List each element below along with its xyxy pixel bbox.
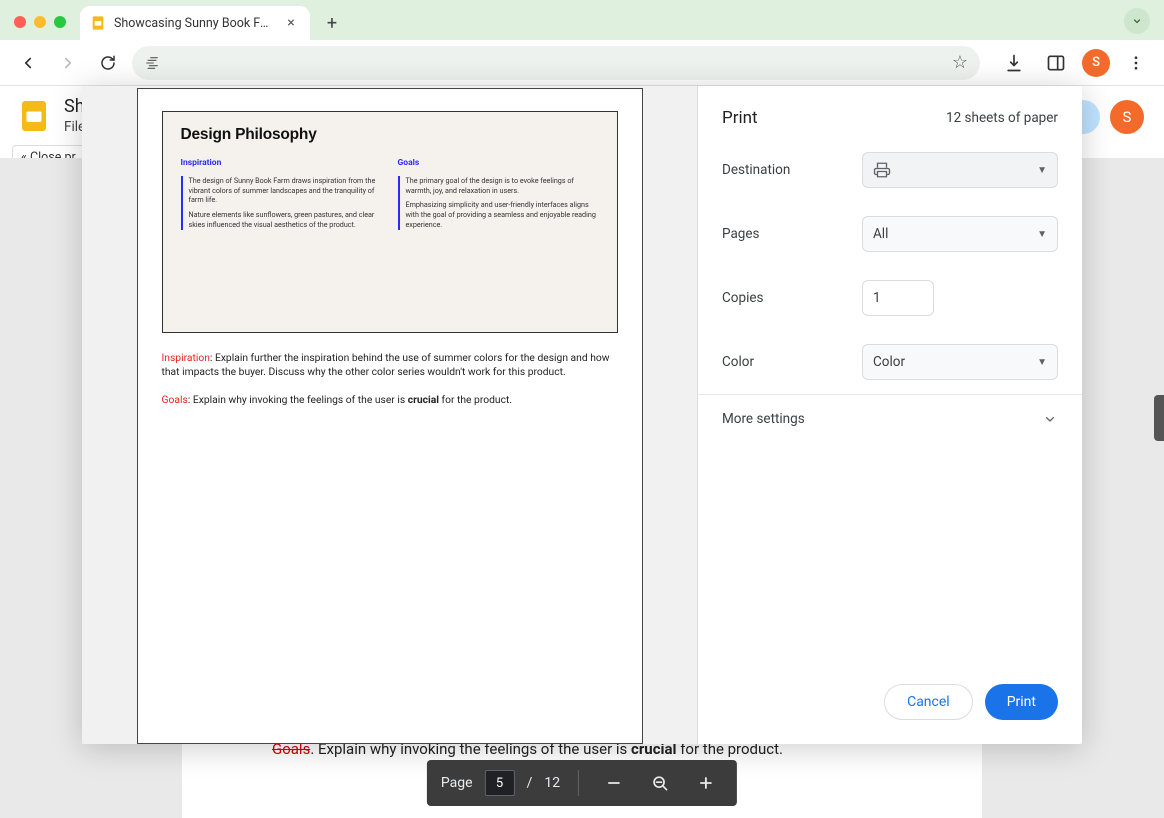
avatar-letter: S xyxy=(1092,55,1100,70)
label-color: Color xyxy=(722,354,862,370)
tab-title: Showcasing Sunny Book Farm xyxy=(114,16,274,31)
browser-toolbar: ☆ S xyxy=(0,40,1164,86)
label-pages: Pages xyxy=(722,226,862,242)
slide-text: Emphasizing simplicity and user-friendly… xyxy=(406,200,599,229)
side-panel-icon[interactable] xyxy=(1040,47,1072,79)
back-button[interactable] xyxy=(12,47,44,79)
print-title: Print xyxy=(722,108,758,128)
user-avatar[interactable]: S xyxy=(1110,100,1144,134)
button-label: Print xyxy=(1007,694,1036,710)
downloads-icon[interactable] xyxy=(998,47,1030,79)
address-bar[interactable]: ☆ xyxy=(132,46,980,80)
destination-select[interactable]: ▼ xyxy=(862,152,1058,188)
column-header: Goals xyxy=(398,158,599,168)
chevron-down-icon: ▼ xyxy=(1037,165,1047,176)
color-value: Color xyxy=(873,354,905,370)
cancel-button[interactable]: Cancel xyxy=(884,684,973,720)
side-panel-handle[interactable] xyxy=(1154,395,1164,441)
page-navigation-toolbar: Page 5 / 12 xyxy=(427,760,737,806)
reload-button[interactable] xyxy=(92,47,124,79)
profile-avatar[interactable]: S xyxy=(1082,49,1110,77)
column-header: Inspiration xyxy=(181,158,382,168)
chevron-down-icon: ▼ xyxy=(1037,357,1047,368)
page-separator: / xyxy=(527,775,533,791)
pages-select[interactable]: All ▼ xyxy=(862,216,1058,252)
avatar-letter: S xyxy=(1123,108,1132,126)
fit-to-page-button[interactable] xyxy=(643,766,677,800)
printer-icon xyxy=(873,161,891,179)
current-page-value: 5 xyxy=(496,776,503,791)
slide-text: Nature elements like sunflowers, green p… xyxy=(189,210,382,229)
button-label: Cancel xyxy=(907,694,950,710)
slide-preview: Design Philosophy Inspiration The design… xyxy=(162,111,618,333)
print-dialog: Design Philosophy Inspiration The design… xyxy=(82,86,1082,744)
bookmark-star-icon[interactable]: ☆ xyxy=(952,52,968,73)
toolbar-divider xyxy=(578,770,579,796)
copies-value: 1 xyxy=(873,290,881,306)
color-select[interactable]: Color ▼ xyxy=(862,344,1058,380)
note-text: : Explain why invoking the feelings of t… xyxy=(188,393,408,406)
note-bold: crucial xyxy=(408,393,439,406)
label-destination: Destination xyxy=(722,162,862,178)
speaker-notes: Inspiration: Explain further the inspira… xyxy=(162,351,618,407)
slide-text: The primary goal of the design is to evo… xyxy=(406,176,599,195)
label-copies: Copies xyxy=(722,290,862,306)
current-page-input[interactable]: 5 xyxy=(485,770,515,796)
new-tab-button[interactable]: + xyxy=(318,9,346,37)
window-maximize-button[interactable] xyxy=(54,16,66,28)
kebab-menu-icon[interactable] xyxy=(1120,47,1152,79)
print-preview-pane[interactable]: Design Philosophy Inspiration The design… xyxy=(82,86,698,744)
print-settings-pane: Print 12 sheets of paper Destination ▼ P… xyxy=(698,86,1082,744)
window-minimize-button[interactable] xyxy=(34,16,46,28)
print-button[interactable]: Print xyxy=(985,684,1058,720)
slide-column-inspiration: Inspiration The design of Sunny Book Far… xyxy=(181,158,382,236)
slide-title: Design Philosophy xyxy=(181,126,599,144)
note-text: : Explain further the inspiration behind… xyxy=(162,351,610,378)
copies-input[interactable]: 1 xyxy=(862,280,934,316)
slides-favicon xyxy=(90,15,106,31)
tab-search-button[interactable] xyxy=(1124,8,1150,34)
pages-value: All xyxy=(873,226,888,242)
slide-text: The design of Sunny Book Farm draws insp… xyxy=(189,176,382,205)
tab-close-icon[interactable]: × xyxy=(282,15,300,31)
chevron-down-icon xyxy=(1042,411,1058,427)
zoom-out-button[interactable] xyxy=(597,766,631,800)
note-label: Goals xyxy=(162,393,188,406)
total-pages: 12 xyxy=(544,775,560,791)
zoom-in-button[interactable] xyxy=(689,766,723,800)
more-settings-label: More settings xyxy=(722,411,805,427)
note-tail: for the product. xyxy=(439,393,512,406)
forward-button[interactable] xyxy=(52,47,84,79)
browser-tab[interactable]: Showcasing Sunny Book Farm × xyxy=(80,6,310,40)
chevron-down-icon: ▼ xyxy=(1037,229,1047,240)
window-controls xyxy=(14,16,66,28)
window-close-button[interactable] xyxy=(14,16,26,28)
more-settings-toggle[interactable]: More settings xyxy=(698,395,1082,443)
slides-logo-icon[interactable] xyxy=(16,98,52,134)
page-label: Page xyxy=(441,775,473,791)
site-settings-icon xyxy=(144,55,160,71)
preview-page: Design Philosophy Inspiration The design… xyxy=(137,88,643,744)
slide-column-goals: Goals The primary goal of the design is … xyxy=(398,158,599,236)
sheets-count: 12 sheets of paper xyxy=(946,110,1058,126)
note-label: Inspiration xyxy=(162,351,210,364)
browser-tab-strip: Showcasing Sunny Book Farm × + xyxy=(0,0,1164,40)
